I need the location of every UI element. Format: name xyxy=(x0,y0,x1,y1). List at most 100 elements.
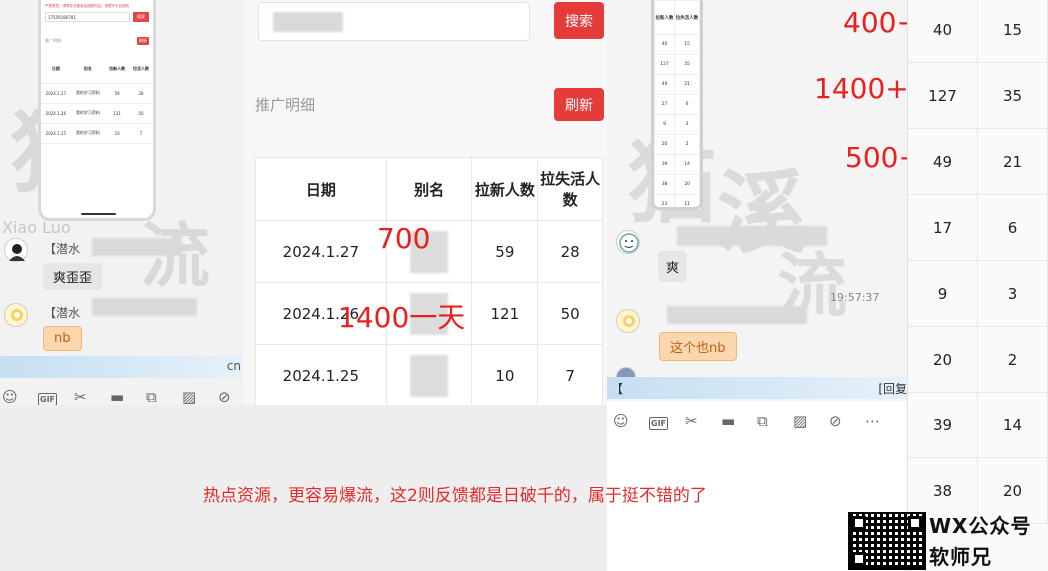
phone-th-alias: 别名 xyxy=(70,55,106,84)
cell: 35 xyxy=(978,63,1048,129)
phone-section-title: 推广明细 xyxy=(45,38,61,43)
table-row: 127 35 xyxy=(654,54,700,75)
cell: 121 xyxy=(105,103,130,124)
table-row: 38 20 xyxy=(654,174,700,195)
qr-code xyxy=(848,512,926,570)
blurred-name xyxy=(677,226,827,246)
emoji-icon[interactable]: ☺ xyxy=(2,388,20,405)
refresh-button[interactable]: 刷新 xyxy=(554,88,604,121)
cell-alias xyxy=(385,344,473,405)
cell: 39 xyxy=(908,392,978,458)
section-title: 推广明细 xyxy=(255,96,316,114)
blurred-query xyxy=(273,12,343,32)
cell: 14 xyxy=(674,154,700,175)
image-icon[interactable]: ▨ xyxy=(182,388,200,405)
cell: 21 xyxy=(674,74,700,95)
table-row: 2024.1.25 10 7 xyxy=(255,344,603,405)
phone-refresh-button[interactable]: 刷新 xyxy=(137,37,149,45)
bell-off-icon[interactable]: ⊘ xyxy=(218,388,236,405)
phone-screenshot: 严禁恶意、诱导非法使用及违规内容，请遵守平台规则 17559180781 搜索 … xyxy=(38,0,156,221)
folder-icon[interactable]: ▬ xyxy=(721,412,739,430)
screen-capture-icon[interactable]: ⧉ xyxy=(146,388,164,405)
strip-reply: [回复 xyxy=(878,382,907,396)
message-bubble[interactable]: 爽 xyxy=(658,251,688,282)
cell-new: 10 xyxy=(471,344,539,405)
annotation-500: 500+ xyxy=(845,141,907,174)
home-indicator xyxy=(81,213,116,215)
gif-icon[interactable]: GIF xyxy=(38,388,58,405)
cell: 2024.1.25 xyxy=(41,123,71,144)
annotation-400: 400+ xyxy=(843,6,907,39)
search-input[interactable] xyxy=(258,2,530,41)
phone-query-input[interactable]: 17559180781 xyxy=(45,12,130,22)
cell: 2024.1.26 xyxy=(41,103,71,124)
gif-icon[interactable]: GIF xyxy=(649,412,669,430)
screen-capture-icon[interactable]: ⧉ xyxy=(757,412,775,430)
folder-icon[interactable]: ▬ xyxy=(110,388,128,405)
cell: 15 xyxy=(674,34,700,55)
cell: 59 xyxy=(105,83,130,104)
cell: 14 xyxy=(978,392,1048,458)
cell: 50 xyxy=(129,103,153,124)
bell-off-icon[interactable]: ⊘ xyxy=(829,412,847,430)
cell: 40 xyxy=(654,34,676,55)
blurred-name xyxy=(92,298,197,316)
avatar[interactable] xyxy=(616,230,640,254)
th-date: 日期 xyxy=(255,157,387,221)
caption-text: 热点资源，更容易爆流，这2则反馈都是日破千的，属于挺不错的了 xyxy=(203,486,707,506)
table-row: 2024.1.27 我的学习资料 59 28 xyxy=(41,83,153,104)
emoji-icon[interactable]: ☺ xyxy=(613,412,631,430)
sender-name: 【潜水 xyxy=(44,306,81,320)
cell-date: 2024.1.25 xyxy=(255,344,387,405)
cell: 27 xyxy=(654,94,676,115)
phone-th-active: 拉活人数 xyxy=(129,55,153,84)
avatar[interactable] xyxy=(4,303,28,327)
cell: 11 xyxy=(674,194,700,207)
screenshot-collage: 猫 流 Xiao Luo 严禁恶意、诱导非法使用及违规内容，请遵守平台规则 17… xyxy=(0,0,1048,571)
cell: 127 xyxy=(654,54,676,75)
cell: 我的学习资料 xyxy=(70,103,106,124)
message-bubble[interactable]: 爽歪歪 xyxy=(43,263,103,290)
cell: 17 xyxy=(908,195,978,261)
table-row: 40 15 xyxy=(654,34,700,55)
blurred-name xyxy=(92,238,182,256)
cell: 35 xyxy=(674,54,700,75)
scissors-icon[interactable]: ✂ xyxy=(74,388,92,405)
avatar[interactable] xyxy=(616,309,640,333)
reply-strip: 【 [回复 xyxy=(607,377,907,399)
message-bubble[interactable]: 这个也nb xyxy=(659,332,737,361)
more-icon[interactable]: ⋯ xyxy=(865,412,883,430)
cell: 49 xyxy=(908,129,978,195)
phone-detail-table: 日期 别名 拉新人数 拉活人数 2024.1.27 我的学习资料 59 28 2… xyxy=(41,55,153,144)
cell-new: 121 xyxy=(471,282,539,345)
cell-inactive: 28 xyxy=(537,220,603,283)
blurred-name xyxy=(667,306,807,324)
cell: 20 xyxy=(654,134,676,155)
cell: 39 xyxy=(654,154,676,175)
table-row: 20 2 xyxy=(654,134,700,155)
cell-date: 2024.1.27 xyxy=(255,220,387,283)
cell: 3 xyxy=(674,114,700,135)
phone-screenshot-2: 拉新人数 拉失活人数 40 15 127 35 49 21 27 6 93 20 2 39… xyxy=(651,0,703,210)
strip-prefix: 【 xyxy=(611,382,624,396)
message-bubble[interactable]: nb xyxy=(43,326,82,351)
chat-toolbar: ☺ GIF ✂ ▬ ⧉ ▨ ⊘ xyxy=(2,388,236,405)
annotation-1400-per-day: 1400一天 xyxy=(338,301,466,334)
scissors-icon[interactable]: ✂ xyxy=(685,412,703,430)
cell: 40 xyxy=(908,0,978,63)
cell: 10 xyxy=(105,123,130,144)
phone-th-new: 拉新人数 xyxy=(105,55,130,84)
annotation-1400: 1400+ xyxy=(814,72,907,105)
qr-eye xyxy=(908,516,922,530)
table-row: 49 21 xyxy=(654,74,700,95)
avatar[interactable] xyxy=(4,238,28,262)
phone2-th-new: 拉新人数 xyxy=(654,0,676,35)
cell: 9 xyxy=(908,261,978,327)
message-timestamp: 19:57:37 xyxy=(830,291,880,304)
table-row: 93 xyxy=(654,114,700,135)
cell: 21 xyxy=(978,129,1048,195)
search-button[interactable]: 搜索 xyxy=(554,2,604,39)
promotion-table: 日期 别名 拉新人数 拉失活人数 2024.1.27 59 28 2024.1.… xyxy=(255,157,603,405)
phone-search-button[interactable]: 搜索 xyxy=(133,12,149,22)
image-icon[interactable]: ▨ xyxy=(793,412,811,430)
